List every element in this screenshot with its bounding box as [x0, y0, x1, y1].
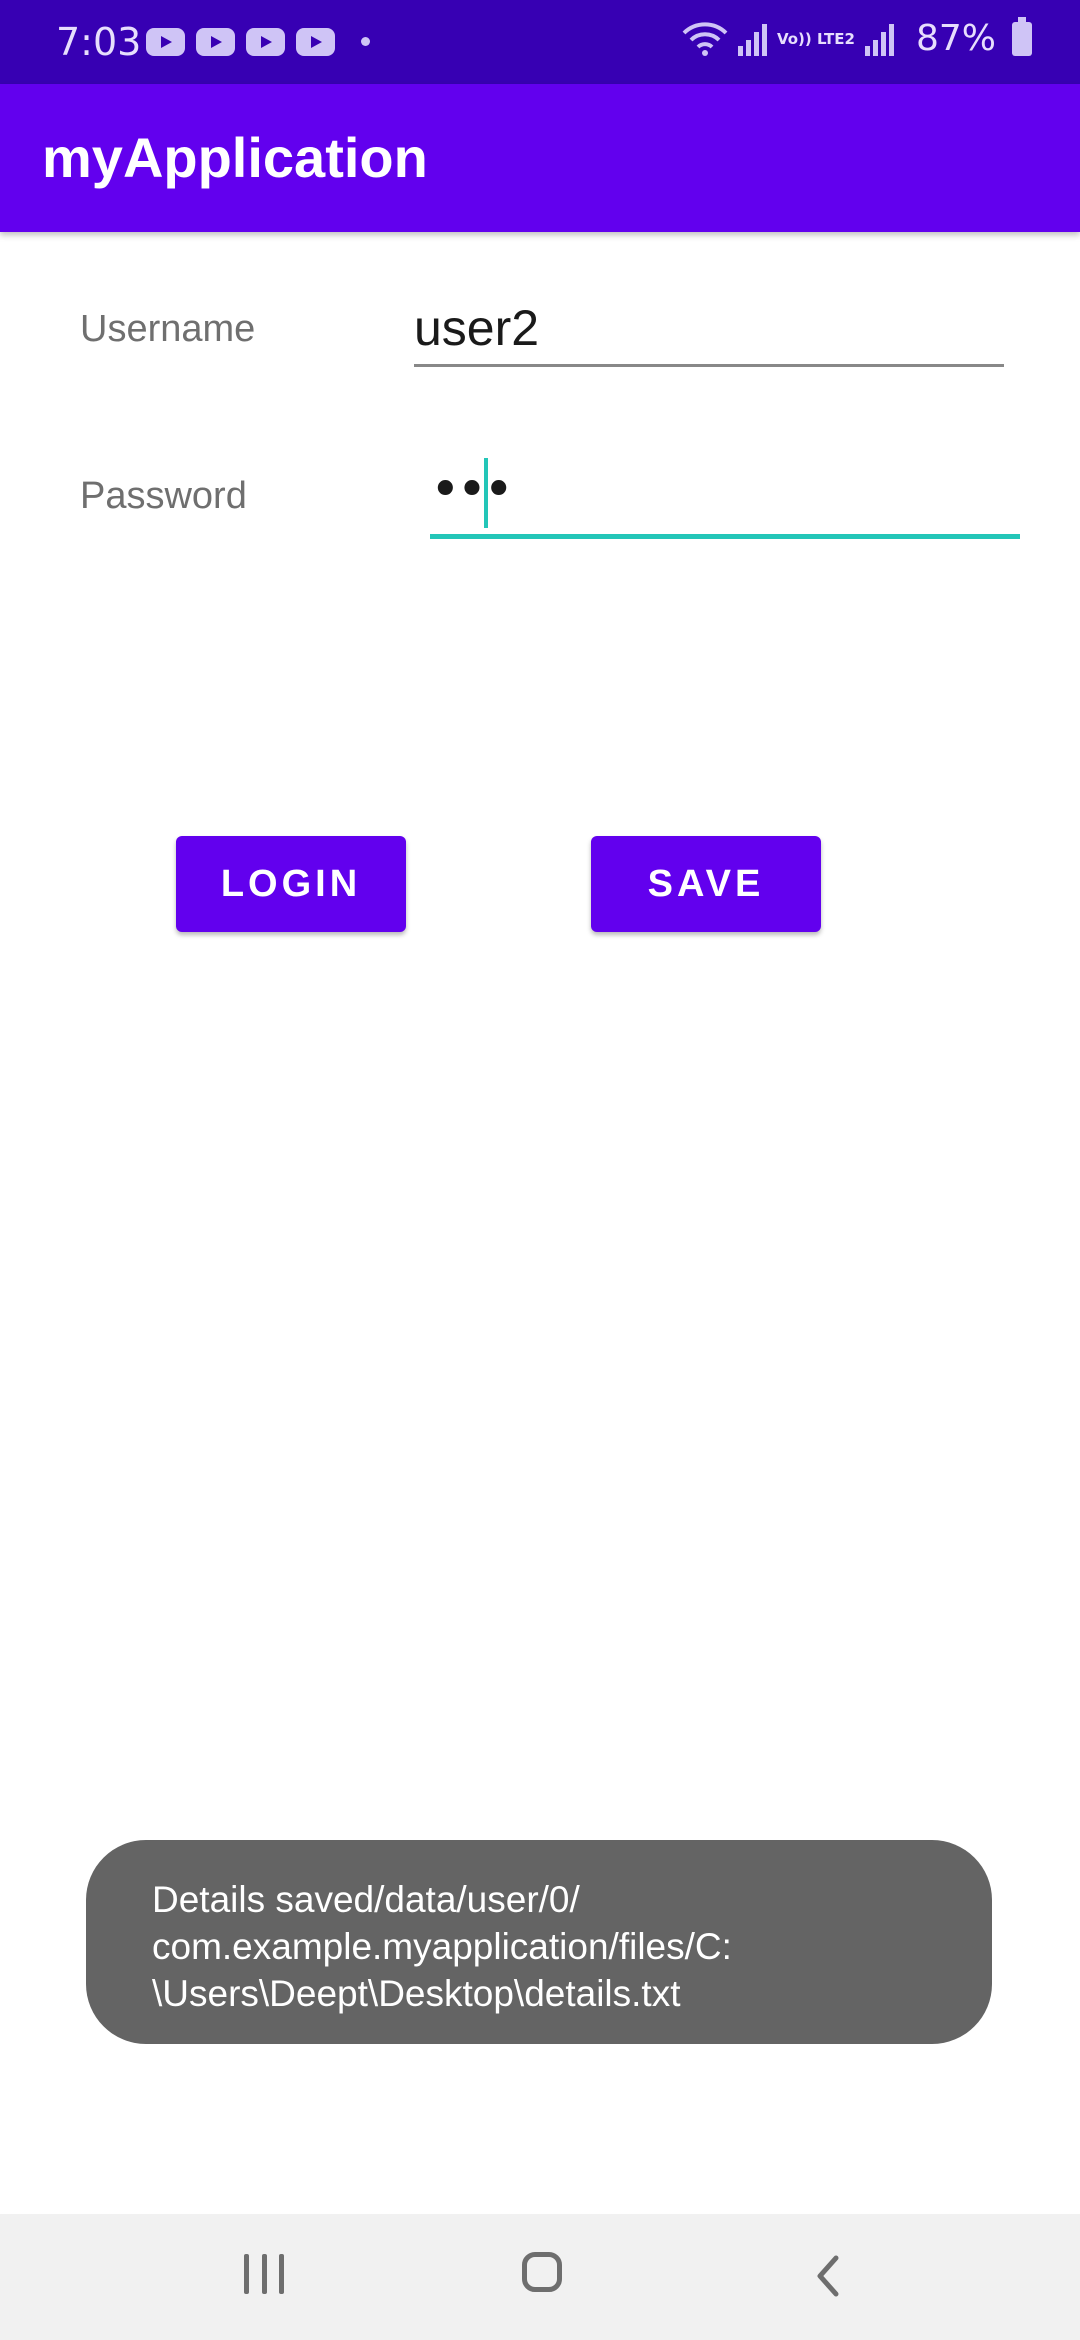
app-title: myApplication — [42, 126, 428, 189]
wifi-icon — [682, 21, 728, 56]
password-label: Password — [80, 475, 247, 517]
save-button[interactable]: SAVE — [591, 836, 821, 932]
youtube-icon — [296, 28, 335, 56]
navigation-bar — [0, 2214, 1080, 2340]
battery-percentage: 87% — [915, 18, 996, 59]
password-field[interactable]: ••• — [430, 452, 1020, 539]
home-icon[interactable] — [522, 2252, 562, 2292]
notification-icons — [146, 28, 335, 56]
battery-icon — [1012, 16, 1032, 56]
back-icon[interactable] — [808, 2254, 848, 2298]
login-button[interactable]: LOGIN — [176, 836, 406, 932]
username-field[interactable]: user2 — [414, 288, 1004, 367]
more-notifications-dot-icon — [361, 37, 370, 46]
toast-message: Details saved/data/user/0/ com.example.m… — [86, 1840, 992, 2044]
toast-line-3: \Users\Deept\Desktop\details.txt — [152, 1973, 681, 2014]
toast-text: Details saved/data/user/0/ com.example.m… — [152, 1876, 952, 2017]
signal-icon — [737, 22, 767, 56]
youtube-icon — [146, 28, 185, 56]
youtube-icon — [196, 28, 235, 56]
password-value: ••• — [430, 460, 514, 520]
username-value: user2 — [414, 300, 540, 356]
status-time: 7:03 — [56, 20, 142, 64]
text-caret — [484, 458, 488, 528]
app-bar: myApplication — [0, 84, 1080, 232]
recents-icon[interactable] — [244, 2254, 284, 2294]
signal-icon-2 — [864, 22, 894, 56]
status-bar: 7:03 Vo)) LTE2 87% — [0, 0, 1080, 84]
username-label: Username — [80, 308, 256, 350]
toast-line-1: Details saved/data/user/0/ — [152, 1879, 580, 1920]
youtube-icon — [246, 28, 285, 56]
status-right: Vo)) LTE2 87% — [682, 16, 1032, 59]
toast-line-2: com.example.myapplication/files/C: — [152, 1926, 732, 1967]
lte-icon: Vo)) LTE2 — [776, 29, 855, 48]
